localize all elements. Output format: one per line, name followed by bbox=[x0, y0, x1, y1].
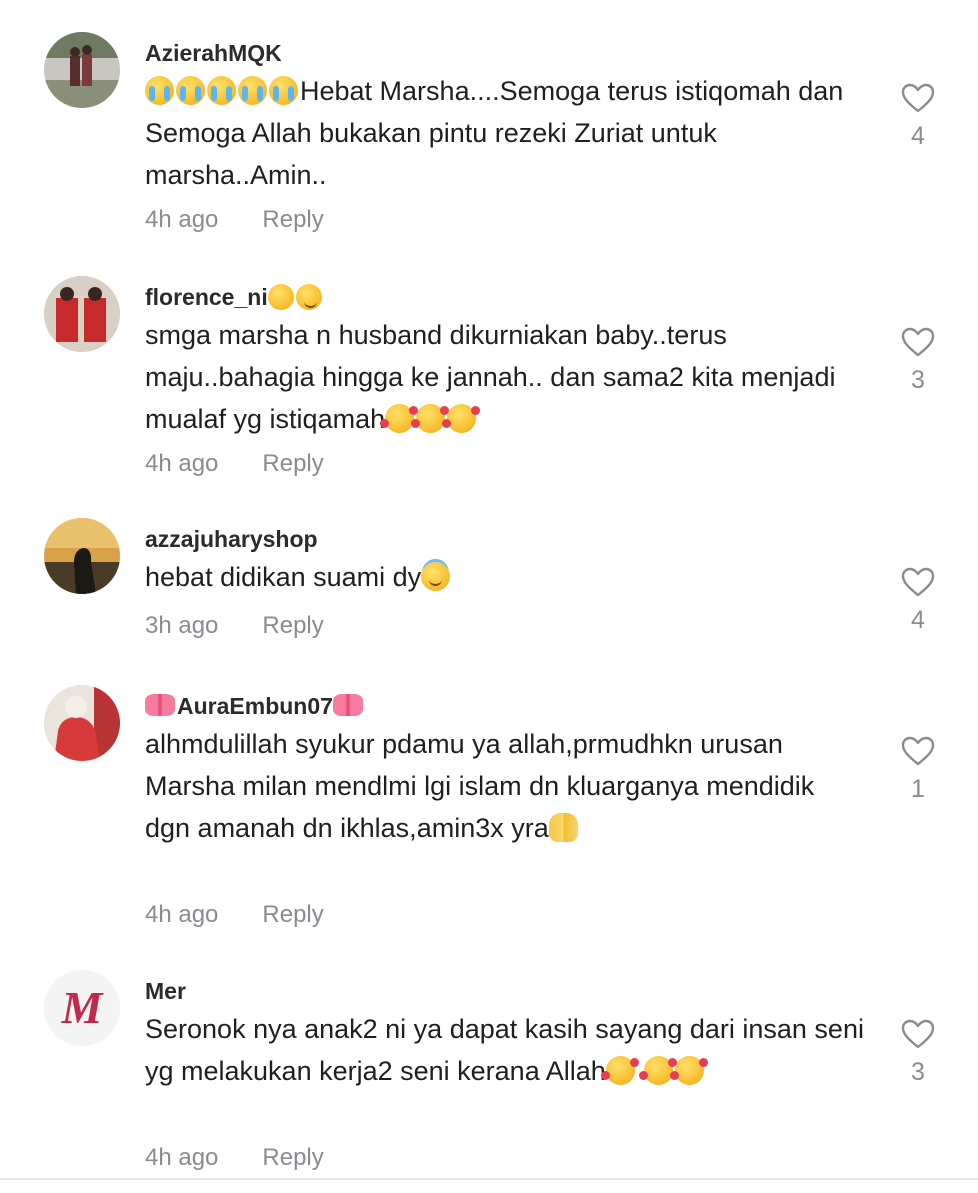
avatar-photo bbox=[44, 32, 120, 108]
comment-username[interactable]: florence_ni bbox=[145, 284, 324, 311]
reply-button[interactable]: Reply bbox=[262, 1144, 323, 1171]
like-count: 4 bbox=[911, 122, 925, 150]
comment-username[interactable]: AzierahMQK bbox=[145, 40, 282, 67]
reply-button[interactable]: Reply bbox=[262, 901, 323, 928]
like-count: 3 bbox=[911, 366, 925, 394]
loudly-crying-face-icon bbox=[269, 76, 298, 105]
avatar[interactable] bbox=[44, 685, 120, 761]
comment-meta: 4h ago Reply bbox=[145, 206, 324, 234]
avatar[interactable] bbox=[44, 276, 120, 352]
like-count: 3 bbox=[911, 1058, 925, 1086]
comment-username[interactable]: azzajuharyshop bbox=[145, 526, 318, 553]
relieved-face-icon bbox=[267, 284, 294, 310]
smiling-face-icon bbox=[295, 284, 322, 310]
comment-text: hebat didikan suami dy bbox=[145, 556, 865, 598]
avatar[interactable] bbox=[44, 518, 120, 594]
comment-text: Hebat Marsha....Semoga terus istiqomah d… bbox=[145, 70, 865, 196]
reply-button[interactable]: Reply bbox=[262, 206, 323, 233]
username-text[interactable]: AuraEmbun07 bbox=[177, 693, 333, 719]
like-button[interactable]: 4 bbox=[896, 82, 940, 151]
smiling-face-with-halo-icon bbox=[421, 562, 451, 591]
comment-username[interactable]: Mer bbox=[145, 978, 186, 1005]
loudly-crying-face-icon bbox=[238, 76, 267, 105]
heart-outline-icon[interactable] bbox=[900, 1018, 936, 1050]
pink-bow-icon bbox=[145, 694, 175, 716]
avatar[interactable]: M bbox=[44, 970, 120, 1046]
divider bbox=[0, 1178, 978, 1180]
avatar-photo bbox=[44, 685, 120, 761]
smiling-face-with-hearts-icon bbox=[670, 1056, 709, 1085]
comment-meta: 4h ago Reply bbox=[145, 1144, 324, 1172]
comment-time: 3h ago bbox=[145, 612, 219, 639]
like-count: 1 bbox=[911, 775, 925, 803]
avatar-photo bbox=[44, 276, 120, 352]
comment-time: 4h ago bbox=[145, 206, 219, 233]
comment-body: Seronok nya anak2 ni ya dapat kasih saya… bbox=[145, 1014, 864, 1086]
palms-up-together-icon bbox=[548, 813, 578, 842]
loudly-crying-face-icon bbox=[145, 76, 174, 105]
like-button[interactable]: 3 bbox=[896, 326, 940, 395]
comment-body: hebat didikan suami dy bbox=[145, 562, 422, 592]
smiling-face-with-hearts-icon bbox=[639, 1056, 678, 1085]
like-count: 4 bbox=[911, 606, 925, 634]
comment-time: 4h ago bbox=[145, 1144, 219, 1171]
avatar-logo: M bbox=[44, 970, 120, 1046]
avatar-letter: M bbox=[61, 982, 105, 1033]
comment-time: 4h ago bbox=[145, 901, 219, 928]
comment-body: smga marsha n husband dikurniakan baby..… bbox=[145, 320, 836, 434]
comment-meta: 3h ago Reply bbox=[145, 612, 324, 640]
smiling-face-with-hearts-icon bbox=[442, 404, 481, 433]
comment-meta: 4h ago Reply bbox=[145, 450, 324, 478]
loudly-crying-face-icon bbox=[176, 76, 205, 105]
username-text[interactable]: florence_ni bbox=[145, 284, 268, 310]
reply-button[interactable]: Reply bbox=[262, 612, 323, 639]
comment-text: Seronok nya anak2 ni ya dapat kasih saya… bbox=[145, 1008, 865, 1092]
comment-text: smga marsha n husband dikurniakan baby..… bbox=[145, 314, 865, 440]
smiling-face-with-hearts-icon bbox=[600, 1056, 639, 1085]
reply-button[interactable]: Reply bbox=[262, 450, 323, 477]
comment-time: 4h ago bbox=[145, 450, 219, 477]
like-button[interactable]: 3 bbox=[896, 1018, 940, 1087]
comment-body: alhmdulillah syukur pdamu ya allah,prmud… bbox=[145, 729, 815, 843]
like-button[interactable]: 4 bbox=[896, 566, 940, 635]
heart-outline-icon[interactable] bbox=[900, 566, 936, 598]
pink-bow-icon bbox=[332, 694, 363, 716]
like-button[interactable]: 1 bbox=[896, 735, 940, 804]
comment-meta: 4h ago Reply bbox=[145, 901, 324, 929]
heart-outline-icon[interactable] bbox=[900, 326, 936, 358]
smiling-face-with-hearts-icon bbox=[380, 404, 419, 433]
avatar[interactable] bbox=[44, 32, 120, 108]
heart-outline-icon[interactable] bbox=[900, 735, 936, 767]
smiling-face-with-hearts-icon bbox=[411, 404, 450, 433]
loudly-crying-face-icon bbox=[207, 76, 236, 105]
heart-outline-icon[interactable] bbox=[900, 82, 936, 114]
comment-username[interactable]: AuraEmbun07 bbox=[145, 693, 365, 720]
comment-text: alhmdulillah syukur pdamu ya allah,prmud… bbox=[145, 723, 865, 849]
avatar-photo bbox=[44, 518, 120, 594]
